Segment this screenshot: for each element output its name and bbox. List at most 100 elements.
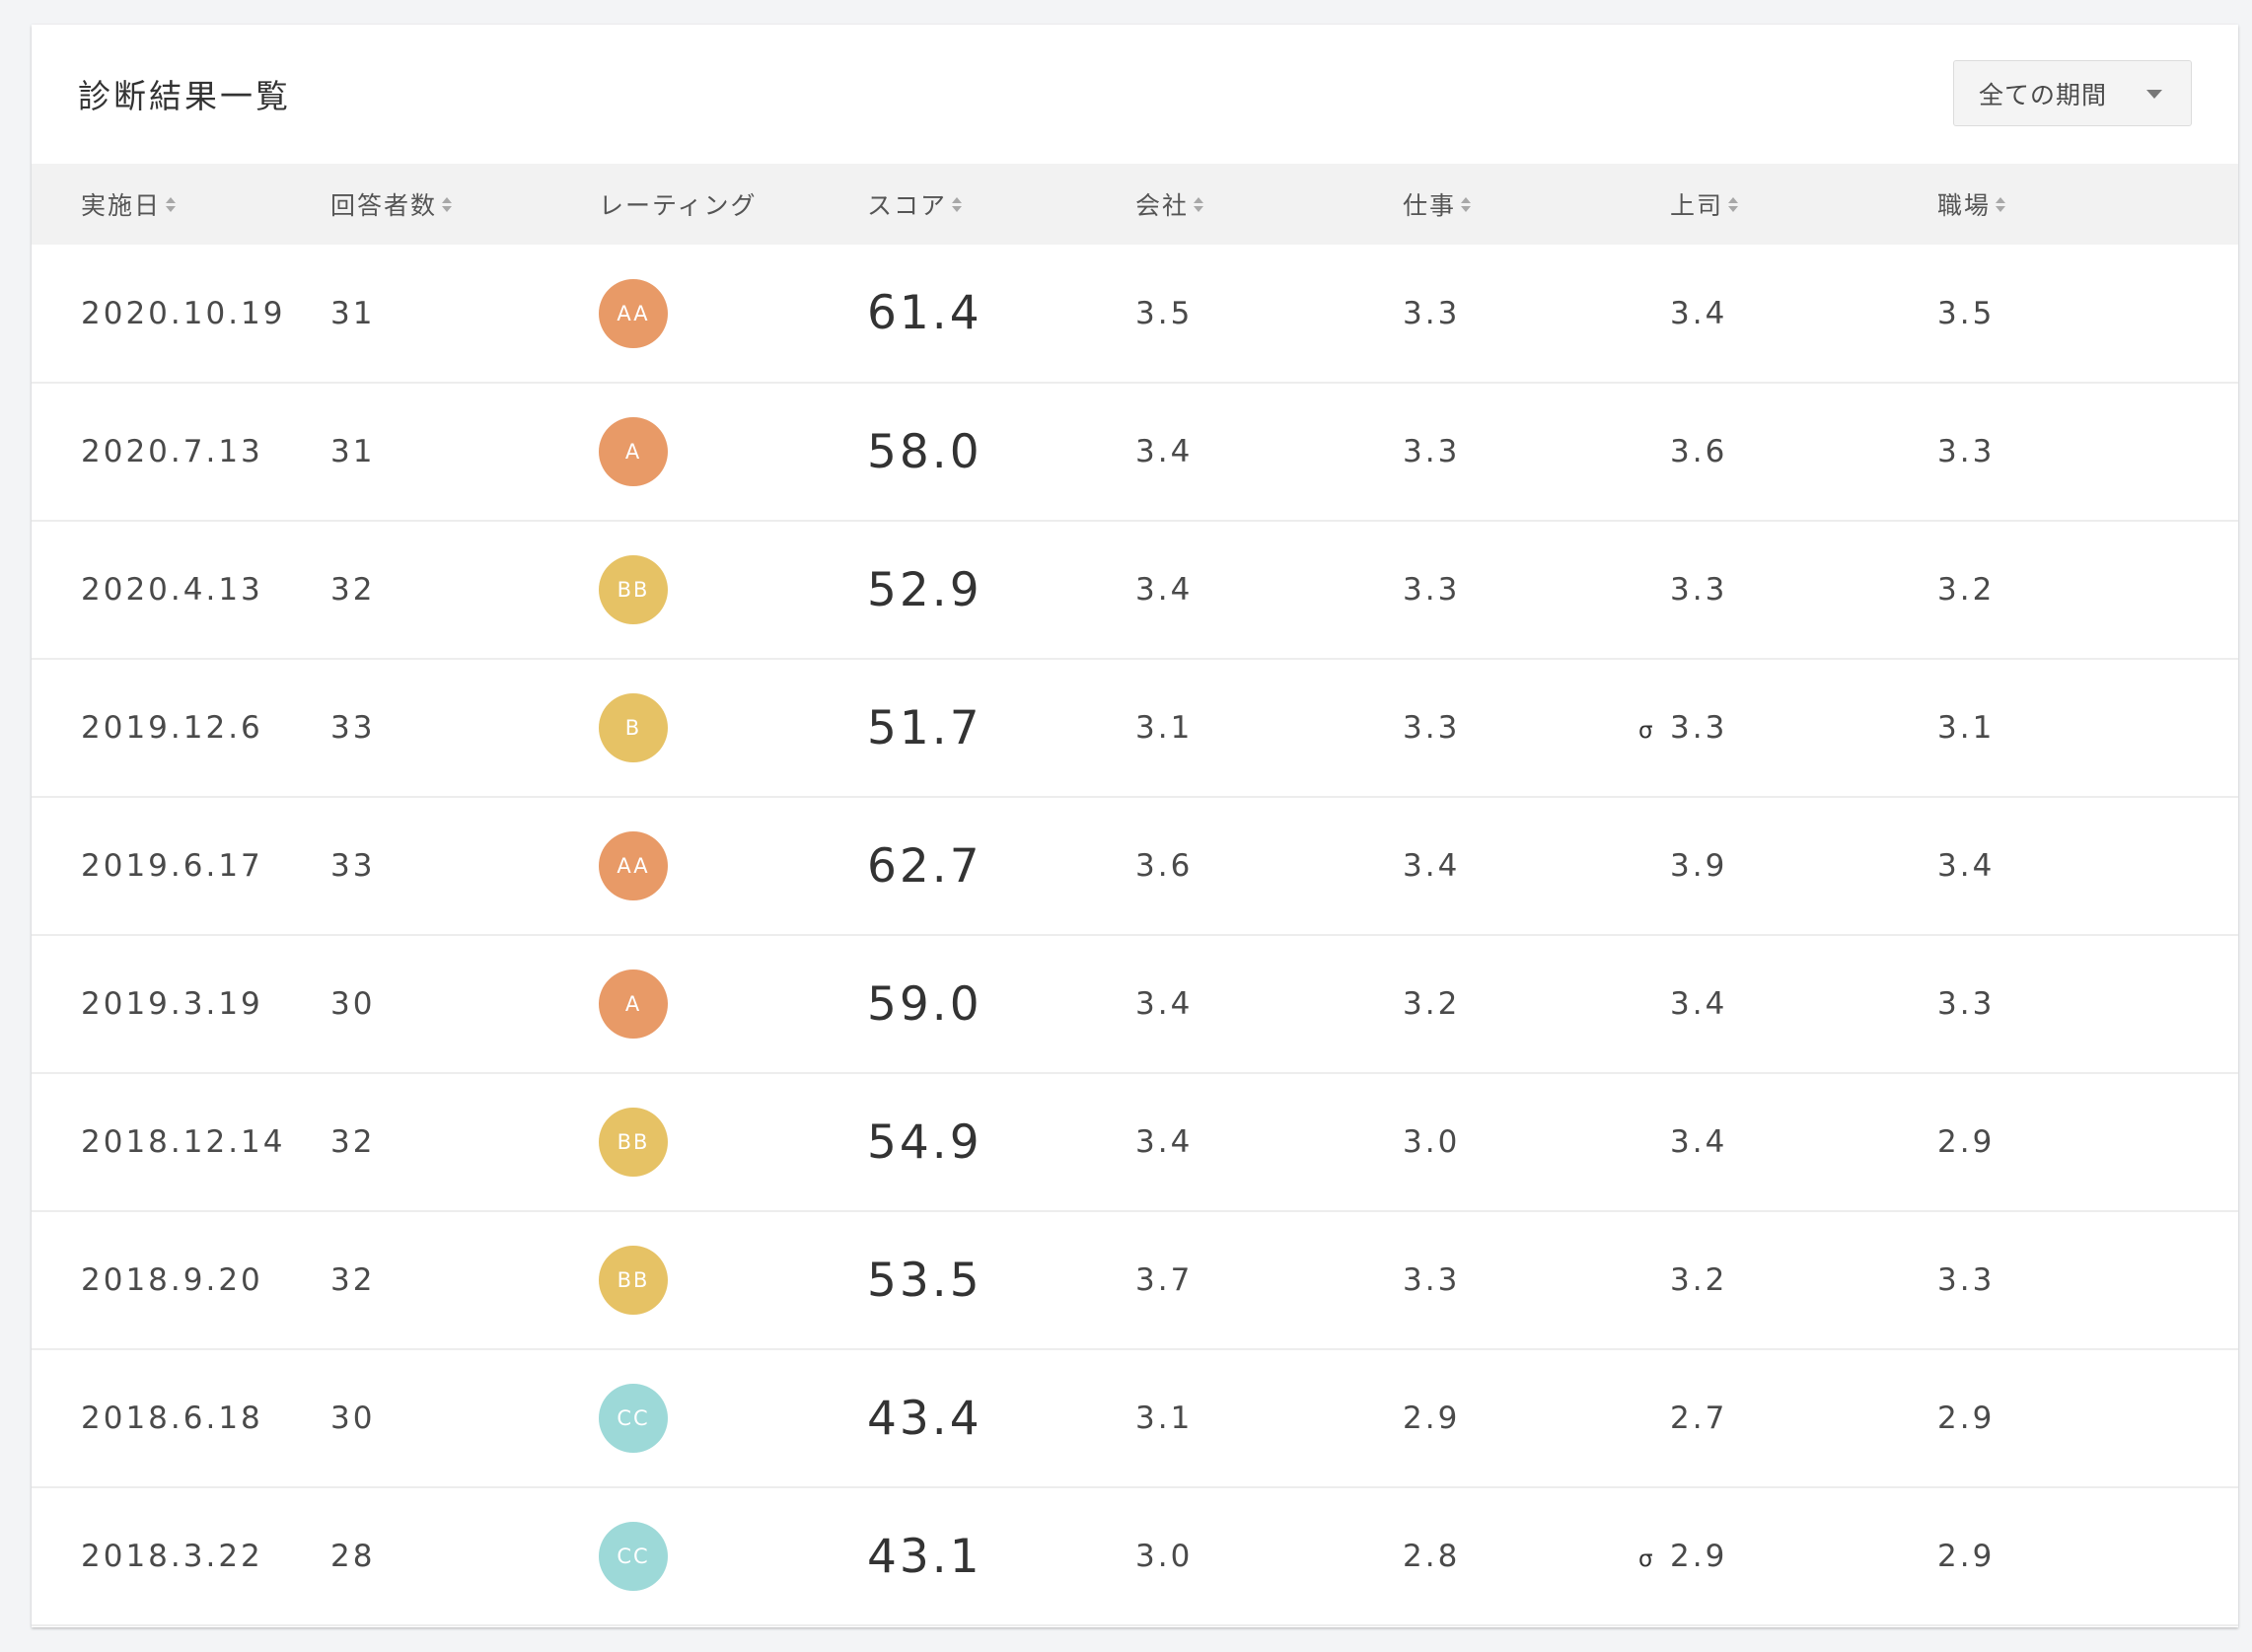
cell-workplace: 2.9 — [1937, 1539, 1996, 1574]
table-row[interactable]: 2019.6.17 33 AA 62.7 3.6 3.4 3.9 3.4 — [32, 797, 2238, 935]
boss-value: 3.4 — [1670, 986, 1728, 1022]
cell-rating: A — [599, 935, 867, 1073]
cell-boss: 3.2 — [1670, 1211, 1937, 1349]
cell-respondents: 31 — [330, 295, 376, 331]
cell-boss: σ 3.3 — [1638, 659, 1937, 797]
table-row[interactable]: 2020.4.13 32 BB 52.9 3.4 3.3 3.3 3.2 — [32, 521, 2238, 659]
cell-date: 2018.9.20 — [81, 1262, 263, 1298]
boss-value: 3.4 — [1670, 295, 1728, 331]
cell-score: 52.9 — [867, 562, 982, 617]
table-row[interactable]: 2018.12.14 32 BB 54.9 3.4 3.0 3.4 2.9 — [32, 1073, 2238, 1211]
table-row[interactable]: 2020.10.19 31 AA 61.4 3.5 3.3 3.4 3.5 — [32, 245, 2238, 383]
cell-company: 3.4 — [1135, 986, 1194, 1022]
cell-respondents: 32 — [330, 1124, 376, 1160]
table-body: 2020.10.19 31 AA 61.4 3.5 3.3 3.4 3.5 20… — [32, 245, 2238, 1625]
table-row[interactable]: 2018.3.22 28 CC 43.1 3.0 2.8 σ 2.9 2.9 — [32, 1487, 2238, 1625]
caret-down-icon — [2146, 90, 2162, 99]
sort-icon — [1461, 196, 1472, 212]
column-label: レーティング — [599, 191, 758, 220]
column-header-date[interactable]: 実施日 — [32, 164, 330, 245]
table-row[interactable]: 2019.12.6 33 B 51.7 3.1 3.3 σ 3.3 3.1 — [32, 659, 2238, 797]
column-label: 上司 — [1670, 191, 1724, 220]
boss-value: 3.2 — [1670, 1262, 1728, 1298]
page-title: 診断結果一覧 — [78, 77, 291, 115]
cell-respondents: 33 — [330, 848, 376, 884]
cell-score: 58.0 — [867, 424, 982, 479]
boss-value: 3.9 — [1670, 848, 1728, 884]
cell-score: 59.0 — [867, 976, 982, 1032]
rating-badge: BB — [599, 1246, 668, 1315]
period-select-value: 全ての期間 — [1979, 80, 2108, 109]
cell-respondents: 30 — [330, 986, 376, 1022]
rating-badge: BB — [599, 555, 668, 624]
cell-respondents: 28 — [330, 1539, 376, 1574]
cell-workplace: 3.1 — [1937, 710, 1996, 746]
cell-company: 3.5 — [1135, 295, 1194, 331]
sort-icon — [1194, 196, 1204, 212]
cell-date: 2018.12.14 — [81, 1124, 286, 1160]
cell-company: 3.4 — [1135, 1124, 1194, 1160]
column-label: 会社 — [1135, 191, 1190, 220]
boss-value: 3.6 — [1670, 434, 1728, 469]
cell-score: 53.5 — [867, 1253, 982, 1308]
cell-respondents: 30 — [330, 1401, 376, 1436]
cell-date: 2019.3.19 — [81, 986, 263, 1022]
boss-value: 3.3 — [1670, 710, 1728, 746]
sort-icon — [166, 196, 177, 212]
cell-company: 3.1 — [1135, 1401, 1194, 1436]
cell-company: 3.4 — [1135, 434, 1194, 469]
column-header-rating: レーティング — [599, 164, 867, 245]
column-label: 実施日 — [81, 191, 162, 220]
cell-boss: 3.9 — [1670, 797, 1937, 935]
column-header-workplace[interactable]: 職場 — [1937, 164, 2238, 245]
cell-work: 3.3 — [1403, 295, 1461, 331]
rating-badge: CC — [599, 1522, 668, 1591]
rating-badge: A — [599, 417, 668, 486]
boss-value: 3.4 — [1670, 1124, 1728, 1160]
cell-date: 2019.12.6 — [81, 710, 263, 746]
cell-rating: A — [599, 383, 867, 521]
column-header-score[interactable]: スコア — [867, 164, 1135, 245]
boss-value: 3.3 — [1670, 572, 1728, 608]
cell-score: 43.1 — [867, 1529, 982, 1584]
cell-rating: AA — [599, 245, 867, 383]
cell-workplace: 3.3 — [1937, 986, 1996, 1022]
column-header-boss[interactable]: 上司 — [1670, 164, 1937, 245]
cell-boss: σ 2.9 — [1638, 1487, 1937, 1625]
cell-company: 3.4 — [1135, 572, 1194, 608]
sigma-icon: σ — [1638, 1546, 1656, 1572]
rating-badge: CC — [599, 1384, 668, 1453]
cell-score: 51.7 — [867, 700, 982, 755]
table-row[interactable]: 2018.9.20 32 BB 53.5 3.7 3.3 3.2 3.3 — [32, 1211, 2238, 1349]
rating-badge: B — [599, 693, 668, 762]
cell-date: 2020.7.13 — [81, 434, 263, 469]
sort-icon — [1996, 196, 2006, 212]
cell-work: 3.2 — [1403, 986, 1461, 1022]
cell-date: 2019.6.17 — [81, 848, 263, 884]
column-header-respondents[interactable]: 回答者数 — [330, 164, 599, 245]
table-row[interactable]: 2019.3.19 30 A 59.0 3.4 3.2 3.4 3.3 — [32, 935, 2238, 1073]
cell-respondents: 31 — [330, 434, 376, 469]
period-select[interactable]: 全ての期間 — [1953, 60, 2192, 126]
table-row[interactable]: 2018.6.18 30 CC 43.4 3.1 2.9 2.7 2.9 — [32, 1349, 2238, 1487]
cell-score: 54.9 — [867, 1114, 982, 1170]
cell-rating: CC — [599, 1349, 867, 1487]
cell-respondents: 32 — [330, 1262, 376, 1298]
cell-date: 2020.4.13 — [81, 572, 263, 608]
cell-score: 61.4 — [867, 286, 982, 340]
cell-workplace: 3.2 — [1937, 572, 1996, 608]
rating-badge: AA — [599, 831, 668, 900]
cell-rating: BB — [599, 1073, 867, 1211]
column-label: スコア — [867, 191, 948, 220]
cell-company: 3.7 — [1135, 1262, 1194, 1298]
sigma-icon: σ — [1638, 718, 1656, 744]
cell-date: 2020.10.19 — [81, 295, 286, 331]
cell-work: 2.8 — [1403, 1539, 1461, 1574]
rating-badge: AA — [599, 278, 668, 348]
table-row[interactable]: 2020.7.13 31 A 58.0 3.4 3.3 3.6 3.3 — [32, 383, 2238, 521]
cell-rating: AA — [599, 797, 867, 935]
column-header-company[interactable]: 会社 — [1135, 164, 1403, 245]
column-header-work[interactable]: 仕事 — [1403, 164, 1670, 245]
cell-workplace: 3.5 — [1937, 295, 1996, 331]
column-label: 仕事 — [1403, 191, 1457, 220]
